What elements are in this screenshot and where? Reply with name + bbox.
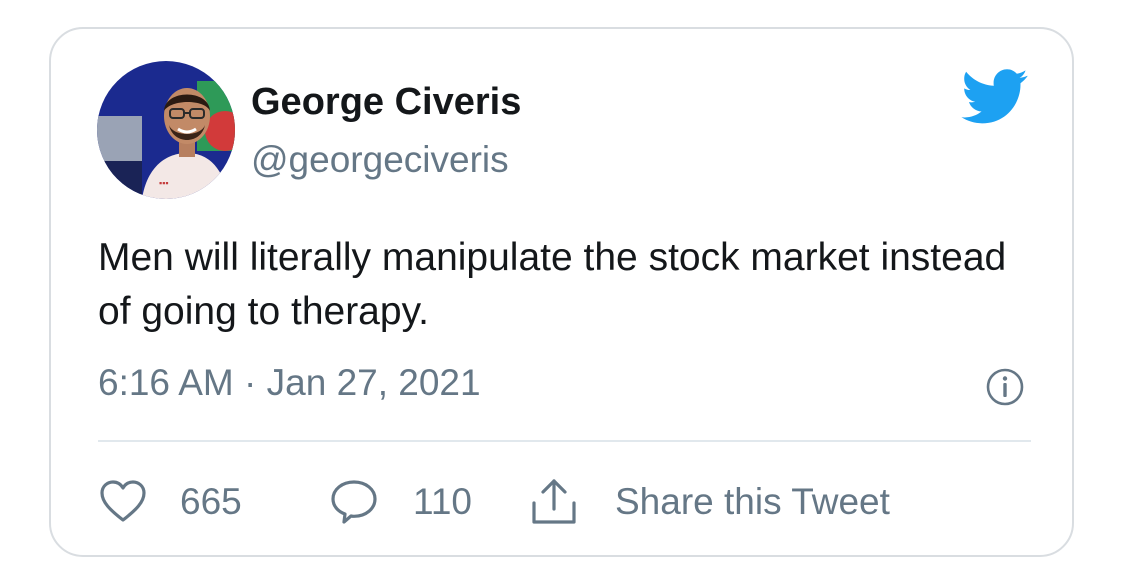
share-upload-icon[interactable]	[529, 477, 579, 527]
share-label: Share this Tweet	[615, 481, 890, 522]
avatar[interactable]: ▪▪▪	[97, 61, 235, 199]
author-name[interactable]: George Civeris	[251, 81, 521, 124]
like-button[interactable]: 665	[98, 476, 242, 528]
reply-count: 110	[413, 481, 472, 522]
tweet-card[interactable]: ▪▪▪ George Civeris @georgeciveris Men wi…	[49, 27, 1074, 557]
svg-text:▪▪▪: ▪▪▪	[159, 178, 169, 188]
tweet-timestamp[interactable]: 6:16 AM · Jan 27, 2021	[98, 362, 481, 404]
reply-button[interactable]: 110	[329, 476, 472, 528]
info-icon[interactable]	[985, 367, 1025, 407]
share-button[interactable]: Share this Tweet	[529, 476, 890, 528]
author-handle[interactable]: @georgeciveris	[251, 139, 509, 181]
like-count: 665	[180, 481, 242, 522]
divider	[98, 440, 1031, 442]
tweet-text: Men will literally manipulate the stock …	[98, 236, 1007, 333]
twitter-bird-icon[interactable]	[961, 69, 1029, 125]
speech-bubble-icon[interactable]	[329, 477, 379, 527]
heart-icon[interactable]	[98, 477, 148, 527]
